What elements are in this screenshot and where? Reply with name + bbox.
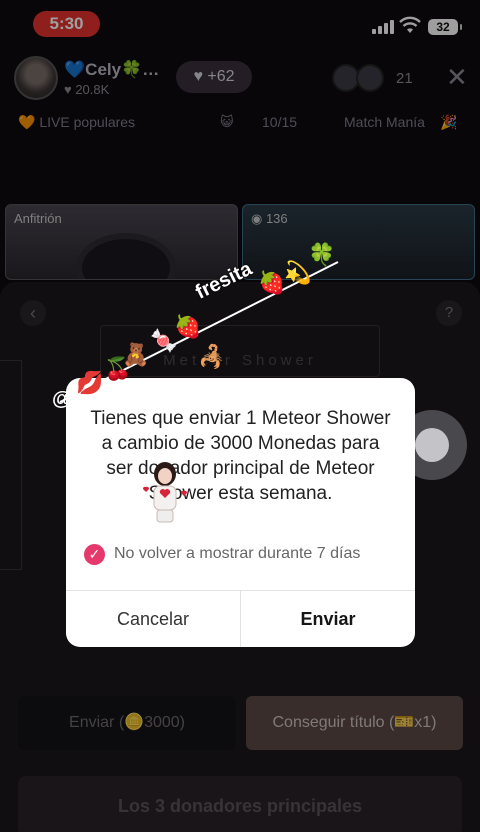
lips-icon: 💋 bbox=[76, 370, 104, 395]
strawberry-icon: 🍓 bbox=[174, 314, 202, 339]
sticker-line bbox=[59, 261, 339, 403]
sticker-at: @ bbox=[52, 388, 72, 410]
girl-sticker-icon bbox=[142, 462, 188, 523]
scorpion-icon: 🦂 bbox=[198, 344, 226, 369]
strawberry-icon: 🍓 bbox=[258, 270, 286, 295]
clover-icon: 🍀 bbox=[308, 242, 336, 267]
bear-icon: 🧸 bbox=[122, 342, 150, 367]
